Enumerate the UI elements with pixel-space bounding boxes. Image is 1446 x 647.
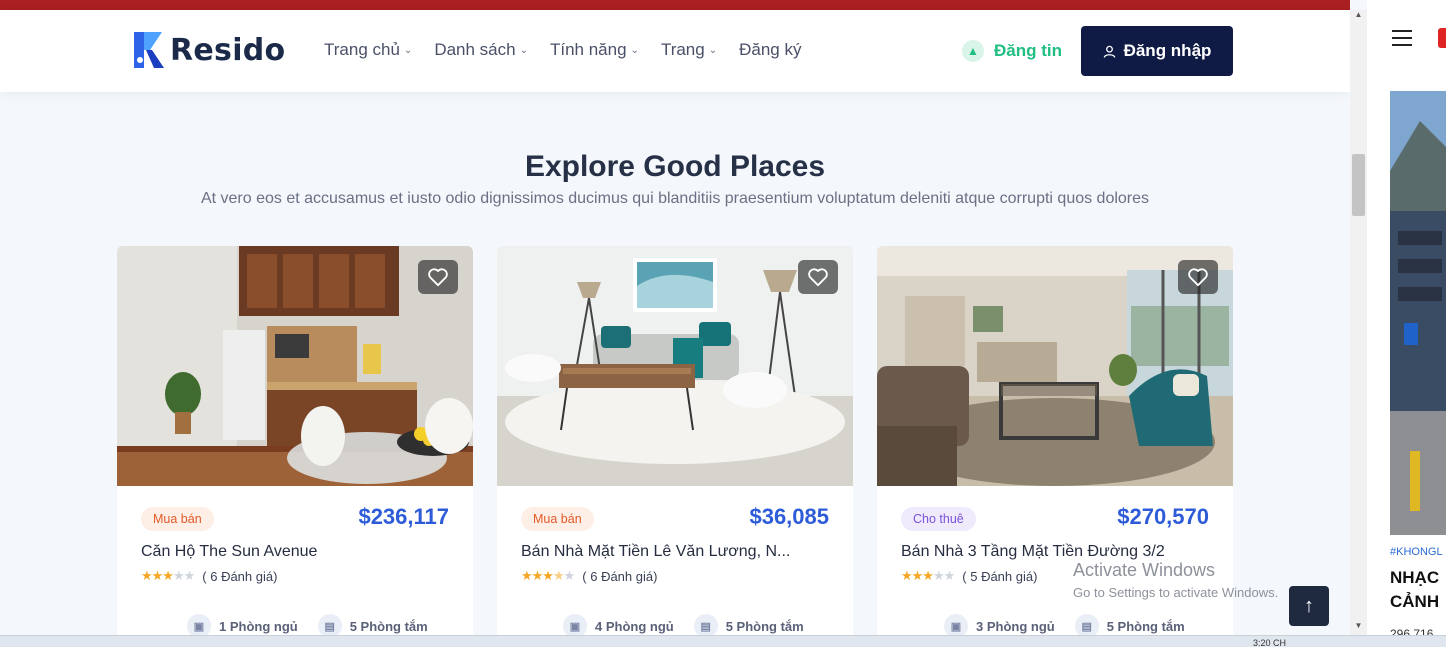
post-listing-link[interactable]: ▲ Đăng tin: [962, 40, 1062, 62]
favorite-button[interactable]: [1178, 260, 1218, 294]
section-title: Explore Good Places: [524, 150, 826, 183]
main-nav: Trang chủ ⌄ Danh sách ⌄ Tính năng ⌄ Trang ⌄ …: [324, 40, 801, 60]
video-hashtag[interactable]: #KHONGL: [1390, 546, 1443, 558]
video-view-count: 296,716: [1390, 627, 1434, 635]
favorite-button[interactable]: [418, 260, 458, 294]
listing-photo-living-room[interactable]: [497, 246, 853, 486]
scroll-down-arrow-icon[interactable]: ▼: [1350, 621, 1367, 635]
page-scrollbar[interactable]: ▲ ▼: [1350, 10, 1367, 635]
brand-name: Resido: [170, 32, 286, 68]
login-button[interactable]: Đăng nhập: [1081, 26, 1233, 76]
listing-card[interactable]: Mua bán $236,117 Căn Hộ The Sun Avenue ★…: [117, 246, 473, 646]
favorite-button[interactable]: [798, 260, 838, 294]
listing-rating: ★★★★★ ( 6 Đánh giá): [141, 568, 278, 584]
nav-item-features[interactable]: Tính năng ⌄: [550, 40, 639, 60]
listing-price: $236,117: [358, 504, 449, 529]
video-thumbnail[interactable]: [1390, 91, 1446, 535]
scroll-up-arrow-icon[interactable]: ▲: [1350, 10, 1367, 24]
listing-photo-kitchen[interactable]: [117, 246, 473, 486]
listing-photo-apartment[interactable]: [877, 246, 1233, 486]
brand-logo[interactable]: Resido: [132, 30, 285, 70]
chevron-down-icon: ⌄: [630, 44, 639, 56]
heart-icon: [428, 268, 448, 287]
listing-title[interactable]: Căn Hộ The Sun Avenue: [141, 543, 451, 561]
arrow-up-icon: ↑: [1304, 594, 1314, 617]
star-rating-icon: ★★★★★: [141, 568, 195, 583]
site-header: Resido Trang chủ ⌄ Danh sách ⌄ Tính năng ⌄ …: [0, 10, 1350, 92]
listing-type-badge: Mua bán: [521, 507, 594, 531]
listing-price: $36,085: [749, 504, 829, 529]
activate-windows-watermark: Activate Windows Go to Settings to activ…: [1073, 560, 1279, 600]
user-icon: [1103, 45, 1115, 58]
top-accent-bar: [0, 0, 1350, 10]
side-video-panel: #KHONGL NHẠC CẢNH 296,716: [1367, 0, 1446, 635]
chevron-down-icon: ⌄: [519, 44, 528, 56]
listing-price: $270,570: [1117, 504, 1209, 529]
listing-card[interactable]: Mua bán $36,085 Bán Nhà Mặt Tiền Lê Văn …: [497, 246, 853, 646]
upload-icon: ▲: [962, 40, 984, 62]
nav-item-pages[interactable]: Trang ⌄: [661, 40, 717, 60]
scrollbar-thumb[interactable]: [1352, 154, 1365, 216]
section-subtitle: At vero eos et accusamus et iusto odio d…: [200, 190, 1150, 207]
nav-item-home[interactable]: Trang chủ ⌄: [324, 40, 412, 60]
listing-rating: ★★★★★ ( 5 Đánh giá): [901, 568, 1038, 584]
video-title[interactable]: NHẠC CẢNH: [1390, 566, 1439, 614]
listing-type-badge: Mua bán: [141, 507, 214, 531]
heart-icon: [808, 268, 828, 287]
logo-mark-icon: [134, 32, 164, 68]
listing-rating: ★★★★★ ( 6 Đánh giá): [521, 568, 658, 584]
chevron-down-icon: ⌄: [403, 44, 413, 56]
nav-item-register[interactable]: Đăng ký: [739, 40, 801, 60]
os-taskbar: 3:20 CH: [0, 635, 1446, 647]
chevron-down-icon: ⌄: [708, 44, 718, 56]
listing-title[interactable]: Bán Nhà 3 Tầng Mặt Tiền Đường 3/2: [901, 543, 1211, 561]
taskbar-clock: 3:20 CH: [1252, 638, 1286, 647]
star-rating-icon: ★★★★★: [901, 568, 955, 583]
scroll-to-top-button[interactable]: ↑: [1289, 586, 1329, 626]
star-rating-icon: ★★★★★: [521, 568, 575, 583]
hamburger-menu-icon[interactable]: [1392, 30, 1412, 51]
listing-type-badge: Cho thuê: [901, 507, 976, 531]
nav-item-listings[interactable]: Danh sách ⌄: [434, 40, 528, 60]
heart-icon: [1188, 268, 1208, 287]
listing-title[interactable]: Bán Nhà Mặt Tiền Lê Văn Lương, N...: [521, 543, 831, 561]
logo-chip-icon: [1438, 28, 1446, 48]
